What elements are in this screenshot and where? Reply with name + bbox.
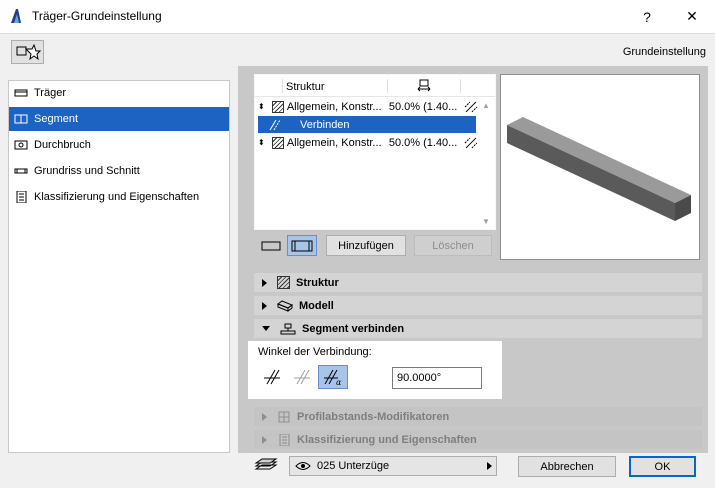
single-view-toggle[interactable] xyxy=(258,236,284,256)
settings-nav: Träger Segment Durchbruch Grundriss und … xyxy=(8,80,230,453)
nav-item-label: Durchbruch xyxy=(34,139,91,151)
connect-settings-box: Winkel der Verbindung: α 90.0000° xyxy=(248,341,502,399)
eye-icon xyxy=(295,462,311,470)
dialog-mode-label: Grundeinstellung xyxy=(622,46,706,58)
joint-parallel-icon xyxy=(294,369,310,385)
model-box-icon xyxy=(277,299,293,312)
drag-handle-icon[interactable]: ⬍ xyxy=(258,138,266,147)
section-label: Klassifizierung und Eigenschaften xyxy=(297,433,477,446)
rectangle-view-icon xyxy=(261,241,281,251)
cancel-button[interactable]: Abbrechen xyxy=(518,456,616,477)
svg-text:α: α xyxy=(336,378,342,386)
archicad-logo-icon xyxy=(11,9,21,23)
expand-arrow-icon xyxy=(262,301,267,310)
hatch-fill-icon xyxy=(271,100,284,113)
segment-connect-icon xyxy=(280,323,296,334)
list-item-selected[interactable]: Verbinden xyxy=(258,116,476,133)
nav-item-label: Träger xyxy=(34,87,66,99)
favorites-button[interactable] xyxy=(11,40,44,64)
layers-icon xyxy=(254,458,278,470)
hatch-fill-icon xyxy=(277,276,290,289)
connect-icon xyxy=(269,119,281,130)
profile-offset-icon xyxy=(278,411,290,422)
joint-straight-button[interactable] xyxy=(260,366,284,388)
ok-button[interactable]: OK xyxy=(629,456,696,477)
joint-straight-icon xyxy=(264,369,280,385)
beam-preview-image xyxy=(507,117,691,221)
hatch-fill-icon xyxy=(271,136,284,149)
list-scrollbar[interactable]: ▲ ▼ xyxy=(480,99,492,229)
segment-value: 50.0% (1.40... xyxy=(388,100,458,113)
nav-item-segment[interactable]: Segment xyxy=(9,107,229,131)
segment-name: Allgemein, Konstr... xyxy=(286,136,382,149)
angle-input[interactable]: 90.0000° xyxy=(392,367,482,389)
add-segment-button[interactable]: Hinzufügen xyxy=(326,235,406,256)
column-divider xyxy=(282,79,283,93)
scroll-down-icon[interactable]: ▼ xyxy=(482,217,490,226)
section-label: Profilabstands-Modifikatoren xyxy=(297,410,450,423)
close-button[interactable]: ✕ xyxy=(669,0,715,33)
segment-list[interactable]: Struktur ⬍ Allgemein, Konstr... 50.0% (1… xyxy=(254,74,496,230)
profile-modifier-icon xyxy=(464,101,478,112)
angle-label: Winkel der Verbindung: xyxy=(258,346,372,358)
section-profilabstands-modifikatoren[interactable]: Profilabstands-Modifikatoren xyxy=(254,407,702,426)
document-icon xyxy=(279,433,290,446)
dimension-column-icon xyxy=(417,79,431,92)
window-title: Träger-Grundeinstellung xyxy=(32,9,162,23)
drag-handle-icon[interactable]: ⬍ xyxy=(258,102,266,111)
nav-item-klassifizierung[interactable]: Klassifizierung und Eigenschaften xyxy=(9,185,229,209)
list-item[interactable]: ⬍ Allgemein, Konstr... 50.0% (1.40... xyxy=(258,98,478,115)
profile-modifier-icon xyxy=(464,137,478,148)
document-icon xyxy=(16,191,27,203)
nav-item-durchbruch[interactable]: Durchbruch xyxy=(9,133,229,157)
segment-name: Verbinden xyxy=(300,118,350,131)
section-klassifizierung[interactable]: Klassifizierung und Eigenschaften xyxy=(254,430,702,449)
opening-icon xyxy=(14,140,28,150)
structure-column-header: Struktur xyxy=(286,81,325,93)
section-label: Struktur xyxy=(296,276,339,289)
section-segment-verbinden[interactable]: Segment verbinden xyxy=(254,319,702,338)
nav-item-traeger[interactable]: Träger xyxy=(9,81,229,105)
title-bar: Träger-Grundeinstellung ? ✕ xyxy=(0,0,715,33)
column-divider xyxy=(387,79,388,93)
nav-item-label: Grundriss und Schnitt xyxy=(34,165,140,177)
segment-list-header: Struktur xyxy=(255,75,495,97)
nav-item-grundriss[interactable]: Grundriss und Schnitt xyxy=(9,159,229,183)
nav-item-label: Klassifizierung und Eigenschaften xyxy=(34,191,200,203)
segment-value: 50.0% (1.40... xyxy=(388,136,458,149)
expand-arrow-icon xyxy=(262,278,267,287)
expand-arrow-icon xyxy=(262,435,267,444)
layer-select[interactable]: 025 Unterzüge xyxy=(289,456,497,476)
dropdown-arrow-icon xyxy=(487,462,492,470)
section-label: Segment verbinden xyxy=(302,322,405,335)
scroll-up-icon[interactable]: ▲ xyxy=(482,101,490,110)
section-struktur[interactable]: Struktur xyxy=(254,273,702,292)
favorites-star-icon xyxy=(16,43,42,61)
expand-arrow-icon xyxy=(262,412,267,421)
layer-name: 025 Unterzüge xyxy=(317,460,390,472)
column-divider xyxy=(460,79,461,93)
nav-item-label: Segment xyxy=(34,113,79,125)
segment-icon xyxy=(14,114,28,124)
help-button[interactable]: ? xyxy=(624,0,670,33)
floorplan-icon xyxy=(14,168,28,174)
list-item[interactable]: ⬍ Allgemein, Konstr... 50.0% (1.40... xyxy=(258,134,478,151)
beam-icon xyxy=(14,89,28,97)
joint-parallel-button[interactable] xyxy=(290,366,314,388)
segmented-view-icon xyxy=(291,240,313,251)
close-icon: ✕ xyxy=(686,8,698,24)
3d-preview xyxy=(500,74,700,260)
joint-angle-button[interactable]: α xyxy=(318,365,348,389)
segment-name: Allgemein, Konstr... xyxy=(286,100,382,113)
delete-segment-button[interactable]: Löschen xyxy=(414,235,492,256)
collapse-arrow-icon xyxy=(262,326,270,331)
segmented-view-toggle[interactable] xyxy=(287,235,317,256)
section-modell[interactable]: Modell xyxy=(254,296,702,315)
section-label: Modell xyxy=(299,299,334,312)
footer-divider xyxy=(238,452,708,453)
joint-angle-icon: α xyxy=(324,369,342,386)
